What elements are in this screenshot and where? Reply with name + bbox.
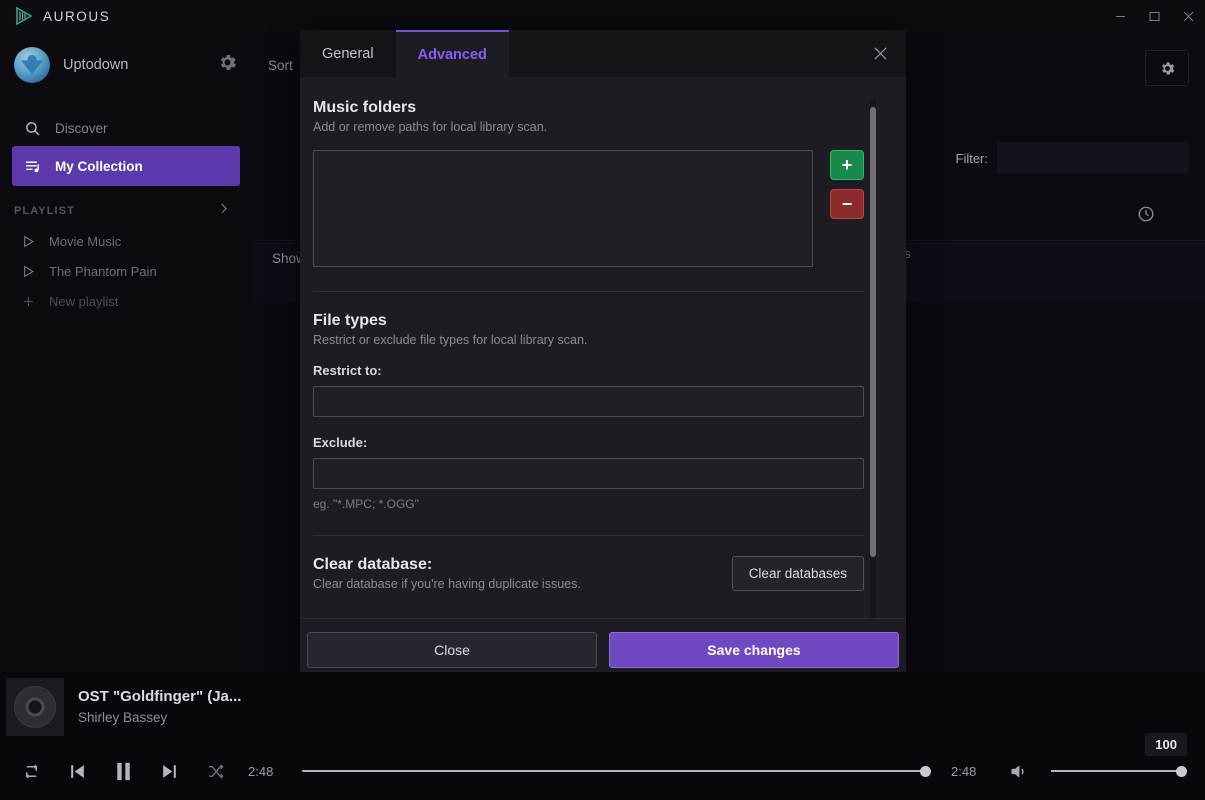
clear-databases-button[interactable]: Clear databases — [731, 556, 864, 591]
clock-icon[interactable] — [1137, 205, 1155, 228]
music-folders-row: + − — [313, 150, 864, 267]
dialog-tabs: General Advanced — [300, 30, 906, 77]
plus-icon — [22, 295, 35, 308]
seek-knob[interactable] — [920, 765, 931, 777]
dialog-body: Music folders Add or remove paths for lo… — [300, 77, 906, 618]
seek-slider[interactable] — [302, 765, 931, 777]
dialog-close-icon[interactable] — [854, 30, 906, 77]
tab-advanced[interactable]: Advanced — [395, 30, 509, 77]
playlist-item-label: New playlist — [49, 293, 119, 309]
playlist-item-movie-music[interactable]: Movie Music — [0, 226, 252, 256]
save-changes-button[interactable]: Save changes — [609, 631, 899, 668]
elapsed-time: 2:48 — [248, 763, 274, 779]
sidebar-item-label: My Collection — [55, 158, 143, 174]
close-button[interactable]: Close — [307, 631, 597, 668]
section-divider — [313, 535, 864, 536]
volume-slider[interactable] — [1051, 765, 1187, 777]
close-icon[interactable] — [1171, 0, 1205, 32]
sidebar-item-label: Discover — [55, 120, 108, 136]
user-account-row[interactable]: Uptodown — [0, 32, 252, 98]
music-folders-buttons: + − — [830, 150, 864, 219]
music-folders-list[interactable] — [313, 150, 813, 267]
exclude-label: Exclude: — [313, 435, 368, 450]
playlist-header[interactable]: PLAYLIST — [0, 186, 252, 226]
filter-row: Filter: — [955, 142, 1189, 174]
now-playing: OST "Goldfinger" (Ja... Shirley Bassey — [0, 672, 241, 742]
gear-icon[interactable] — [217, 52, 238, 78]
album-art — [6, 678, 64, 736]
track-title: OST "Goldfinger" (Ja... — [78, 687, 242, 705]
total-time: 2:48 — [951, 763, 977, 779]
avatar — [14, 47, 50, 83]
playlist-item-label: The Phantom Pain — [49, 263, 157, 279]
field-spacer — [313, 417, 864, 435]
play-triangle-icon — [14, 6, 34, 26]
restrict-to-label: Restrict to: — [313, 363, 382, 378]
pause-icon[interactable] — [110, 758, 136, 784]
volume-knob[interactable] — [1176, 765, 1187, 777]
volume-value-badge: 100 — [1145, 733, 1187, 756]
disc-icon — [14, 686, 56, 728]
file-types-title: File types — [313, 312, 387, 329]
search-icon — [24, 120, 41, 137]
file-types-subtitle: Restrict or exclude file types for local… — [313, 333, 588, 347]
music-folders-title: Music folders — [313, 99, 417, 116]
dialog-scroll-area: Music folders Add or remove paths for lo… — [313, 99, 882, 618]
collection-icon — [24, 158, 41, 175]
playlist-item-label: Movie Music — [49, 233, 122, 249]
window-controls — [1103, 0, 1205, 32]
now-playing-text: OST "Goldfinger" (Ja... Shirley Bassey — [78, 686, 241, 729]
clear-database-row: Clear database: Clear database if you're… — [313, 556, 864, 591]
player-controls: 2:48 2:48 — [0, 742, 1205, 800]
app-name: AUROUS — [43, 8, 111, 24]
tab-general[interactable]: General — [300, 30, 396, 77]
volume-track — [1051, 770, 1187, 772]
clear-database-title: Clear database: — [313, 556, 433, 573]
next-icon[interactable] — [156, 758, 182, 784]
restrict-to-input[interactable] — [313, 386, 864, 417]
sidebar: Uptodown Discover My Collection PLAYLIST… — [0, 32, 252, 672]
volume-icon[interactable] — [1005, 758, 1031, 784]
exclude-input[interactable] — [313, 458, 864, 489]
playlist-header-label: PLAYLIST — [14, 205, 75, 217]
plus-icon: + — [841, 155, 853, 175]
minimize-icon[interactable] — [1103, 0, 1137, 32]
sidebar-item-my-collection[interactable]: My Collection — [12, 146, 240, 186]
user-name: Uptodown — [63, 57, 129, 73]
playlist-item-new-playlist[interactable]: New playlist — [0, 286, 252, 316]
filter-input[interactable] — [997, 142, 1189, 174]
filter-label: Filter: — [955, 150, 989, 166]
primary-nav: Discover My Collection — [0, 98, 252, 186]
app-logo: AUROUS — [0, 6, 110, 26]
sidebar-item-discover[interactable]: Discover — [12, 110, 240, 146]
seek-track — [302, 770, 931, 772]
app-window: AUROUS Uptodown Discover My Collection P… — [0, 0, 1205, 800]
section-divider — [313, 291, 864, 292]
track-artist: Shirley Bassey — [78, 710, 168, 726]
dialog-scrollbar-thumb[interactable] — [870, 107, 876, 557]
shuffle-icon[interactable] — [202, 758, 228, 784]
clear-database-subtitle: Clear database if you're having duplicat… — [313, 577, 581, 591]
remove-folder-button[interactable]: − — [830, 189, 864, 219]
previous-icon[interactable] — [64, 758, 90, 784]
dialog-footer: Close Save changes — [300, 618, 906, 680]
minus-icon: − — [841, 194, 853, 214]
content-settings-button[interactable] — [1145, 50, 1189, 86]
repeat-icon[interactable] — [18, 758, 44, 784]
add-folder-button[interactable]: + — [830, 150, 864, 180]
sort-label[interactable]: Sort — [268, 58, 293, 73]
play-icon — [22, 235, 35, 248]
chevron-right-icon[interactable] — [217, 202, 230, 220]
clear-database-text: Clear database: Clear database if you're… — [313, 556, 716, 591]
title-bar: AUROUS — [0, 0, 1205, 32]
maximize-icon[interactable] — [1137, 0, 1171, 32]
tab-label: General — [322, 45, 374, 62]
playlist-item-the-phantom-pain[interactable]: The Phantom Pain — [0, 256, 252, 286]
play-icon — [22, 265, 35, 278]
file-types-hint: eg. "*.MPC; *.OGG" — [313, 497, 419, 511]
music-folders-subtitle: Add or remove paths for local library sc… — [313, 120, 548, 134]
tab-label: Advanced — [417, 46, 487, 63]
player-bar: OST "Goldfinger" (Ja... Shirley Bassey 2… — [0, 672, 1205, 800]
settings-dialog: General Advanced Music folders Add or re… — [300, 30, 906, 680]
